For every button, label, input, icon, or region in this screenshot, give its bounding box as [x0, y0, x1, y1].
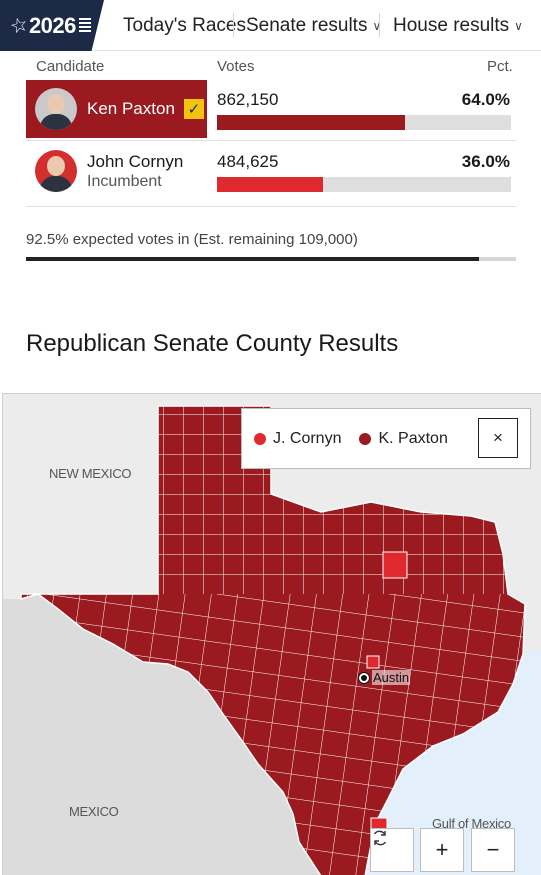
top-navigation: ☆ 2026 Today's Races Senate results ∨ Ho… — [0, 0, 541, 51]
candidate-row-cornyn: John Cornyn Incumbent 484,625 36.0% — [26, 142, 516, 200]
chevron-down-icon: ∨ — [514, 18, 523, 33]
logo-year: 2026 — [28, 12, 76, 38]
nav-divider — [379, 13, 380, 37]
vote-share-fill — [217, 177, 323, 192]
vote-share-bar — [217, 177, 511, 192]
legend-label: J. Cornyn — [273, 429, 342, 447]
nav-divider — [233, 13, 234, 37]
mexico-label: MEXICO — [69, 804, 119, 819]
close-legend-button[interactable]: × — [478, 418, 518, 458]
incumbent-label: Incumbent — [87, 172, 162, 190]
new-mexico-label: NEW MEXICO — [49, 466, 132, 481]
nav-todays-races[interactable]: Today's Races — [123, 0, 246, 51]
candidate-photo — [35, 150, 77, 192]
nav-senate-results[interactable]: Senate results ∨ — [246, 0, 381, 51]
star-icon: ☆ — [7, 13, 31, 39]
header-votes: Votes — [217, 58, 255, 75]
zoom-in-button[interactable]: + — [420, 828, 464, 872]
nav-todays-races-label: Today's Races — [123, 14, 246, 36]
row-divider — [26, 206, 516, 207]
vote-percent: 64.0% — [461, 90, 510, 109]
map-legend: J. Cornyn K. Paxton × — [241, 408, 531, 469]
candidate-name: John Cornyn — [87, 151, 184, 171]
city-pin-icon — [359, 672, 369, 683]
expected-votes-progress — [26, 257, 516, 261]
legend-dot — [359, 432, 372, 445]
nav-house-results[interactable]: House results ∨ — [393, 0, 523, 51]
legend-entry-paxton: K. Paxton — [359, 429, 448, 448]
nav-house-results-label: House results — [393, 14, 510, 36]
county-results-title: Republican Senate County Results — [26, 330, 399, 357]
candidate-cell: Ken Paxton ✓ — [26, 80, 207, 138]
vote-share-fill — [217, 115, 406, 130]
candidate-photo — [35, 88, 77, 130]
stripes-icon — [78, 17, 91, 34]
refresh-icon — [373, 830, 387, 846]
header-pct: Pct. — [487, 58, 513, 75]
election-2026-logo[interactable]: ☆ 2026 — [0, 0, 104, 51]
expected-votes-progress-fill — [26, 257, 480, 261]
winner-check-icon: ✓ — [183, 99, 204, 119]
vote-count: 484,625 — [217, 152, 279, 171]
county-cornyn[interactable] — [366, 655, 380, 669]
candidate-row-paxton: Ken Paxton ✓ 862,150 64.0% — [26, 80, 516, 138]
austin-marker[interactable]: Austin — [359, 670, 411, 685]
zoom-out-button[interactable]: − — [471, 828, 515, 872]
candidate-cell: John Cornyn Incumbent — [26, 142, 207, 200]
city-label: Austin — [372, 670, 411, 685]
nav-senate-results-label: Senate results — [246, 14, 368, 36]
header-candidate: Candidate — [36, 58, 105, 75]
vote-percent: 36.0% — [461, 152, 510, 171]
expected-votes-text: 92.5% expected votes in (Est. remaining … — [26, 231, 358, 248]
candidate-name: Ken Paxton — [87, 99, 175, 118]
legend-dot — [254, 432, 266, 445]
vote-share-bar — [217, 115, 511, 130]
row-divider — [26, 140, 516, 141]
legend-entry-cornyn: J. Cornyn — [254, 430, 341, 448]
vote-count: 862,150 — [217, 90, 279, 109]
reset-map-button[interactable] — [370, 828, 414, 872]
county-results-map[interactable]: NEW MEXICO MEXICO Gulf of Mexico Austin … — [2, 393, 541, 875]
county-cornyn[interactable] — [382, 551, 408, 579]
legend-label: K. Paxton — [378, 429, 448, 447]
